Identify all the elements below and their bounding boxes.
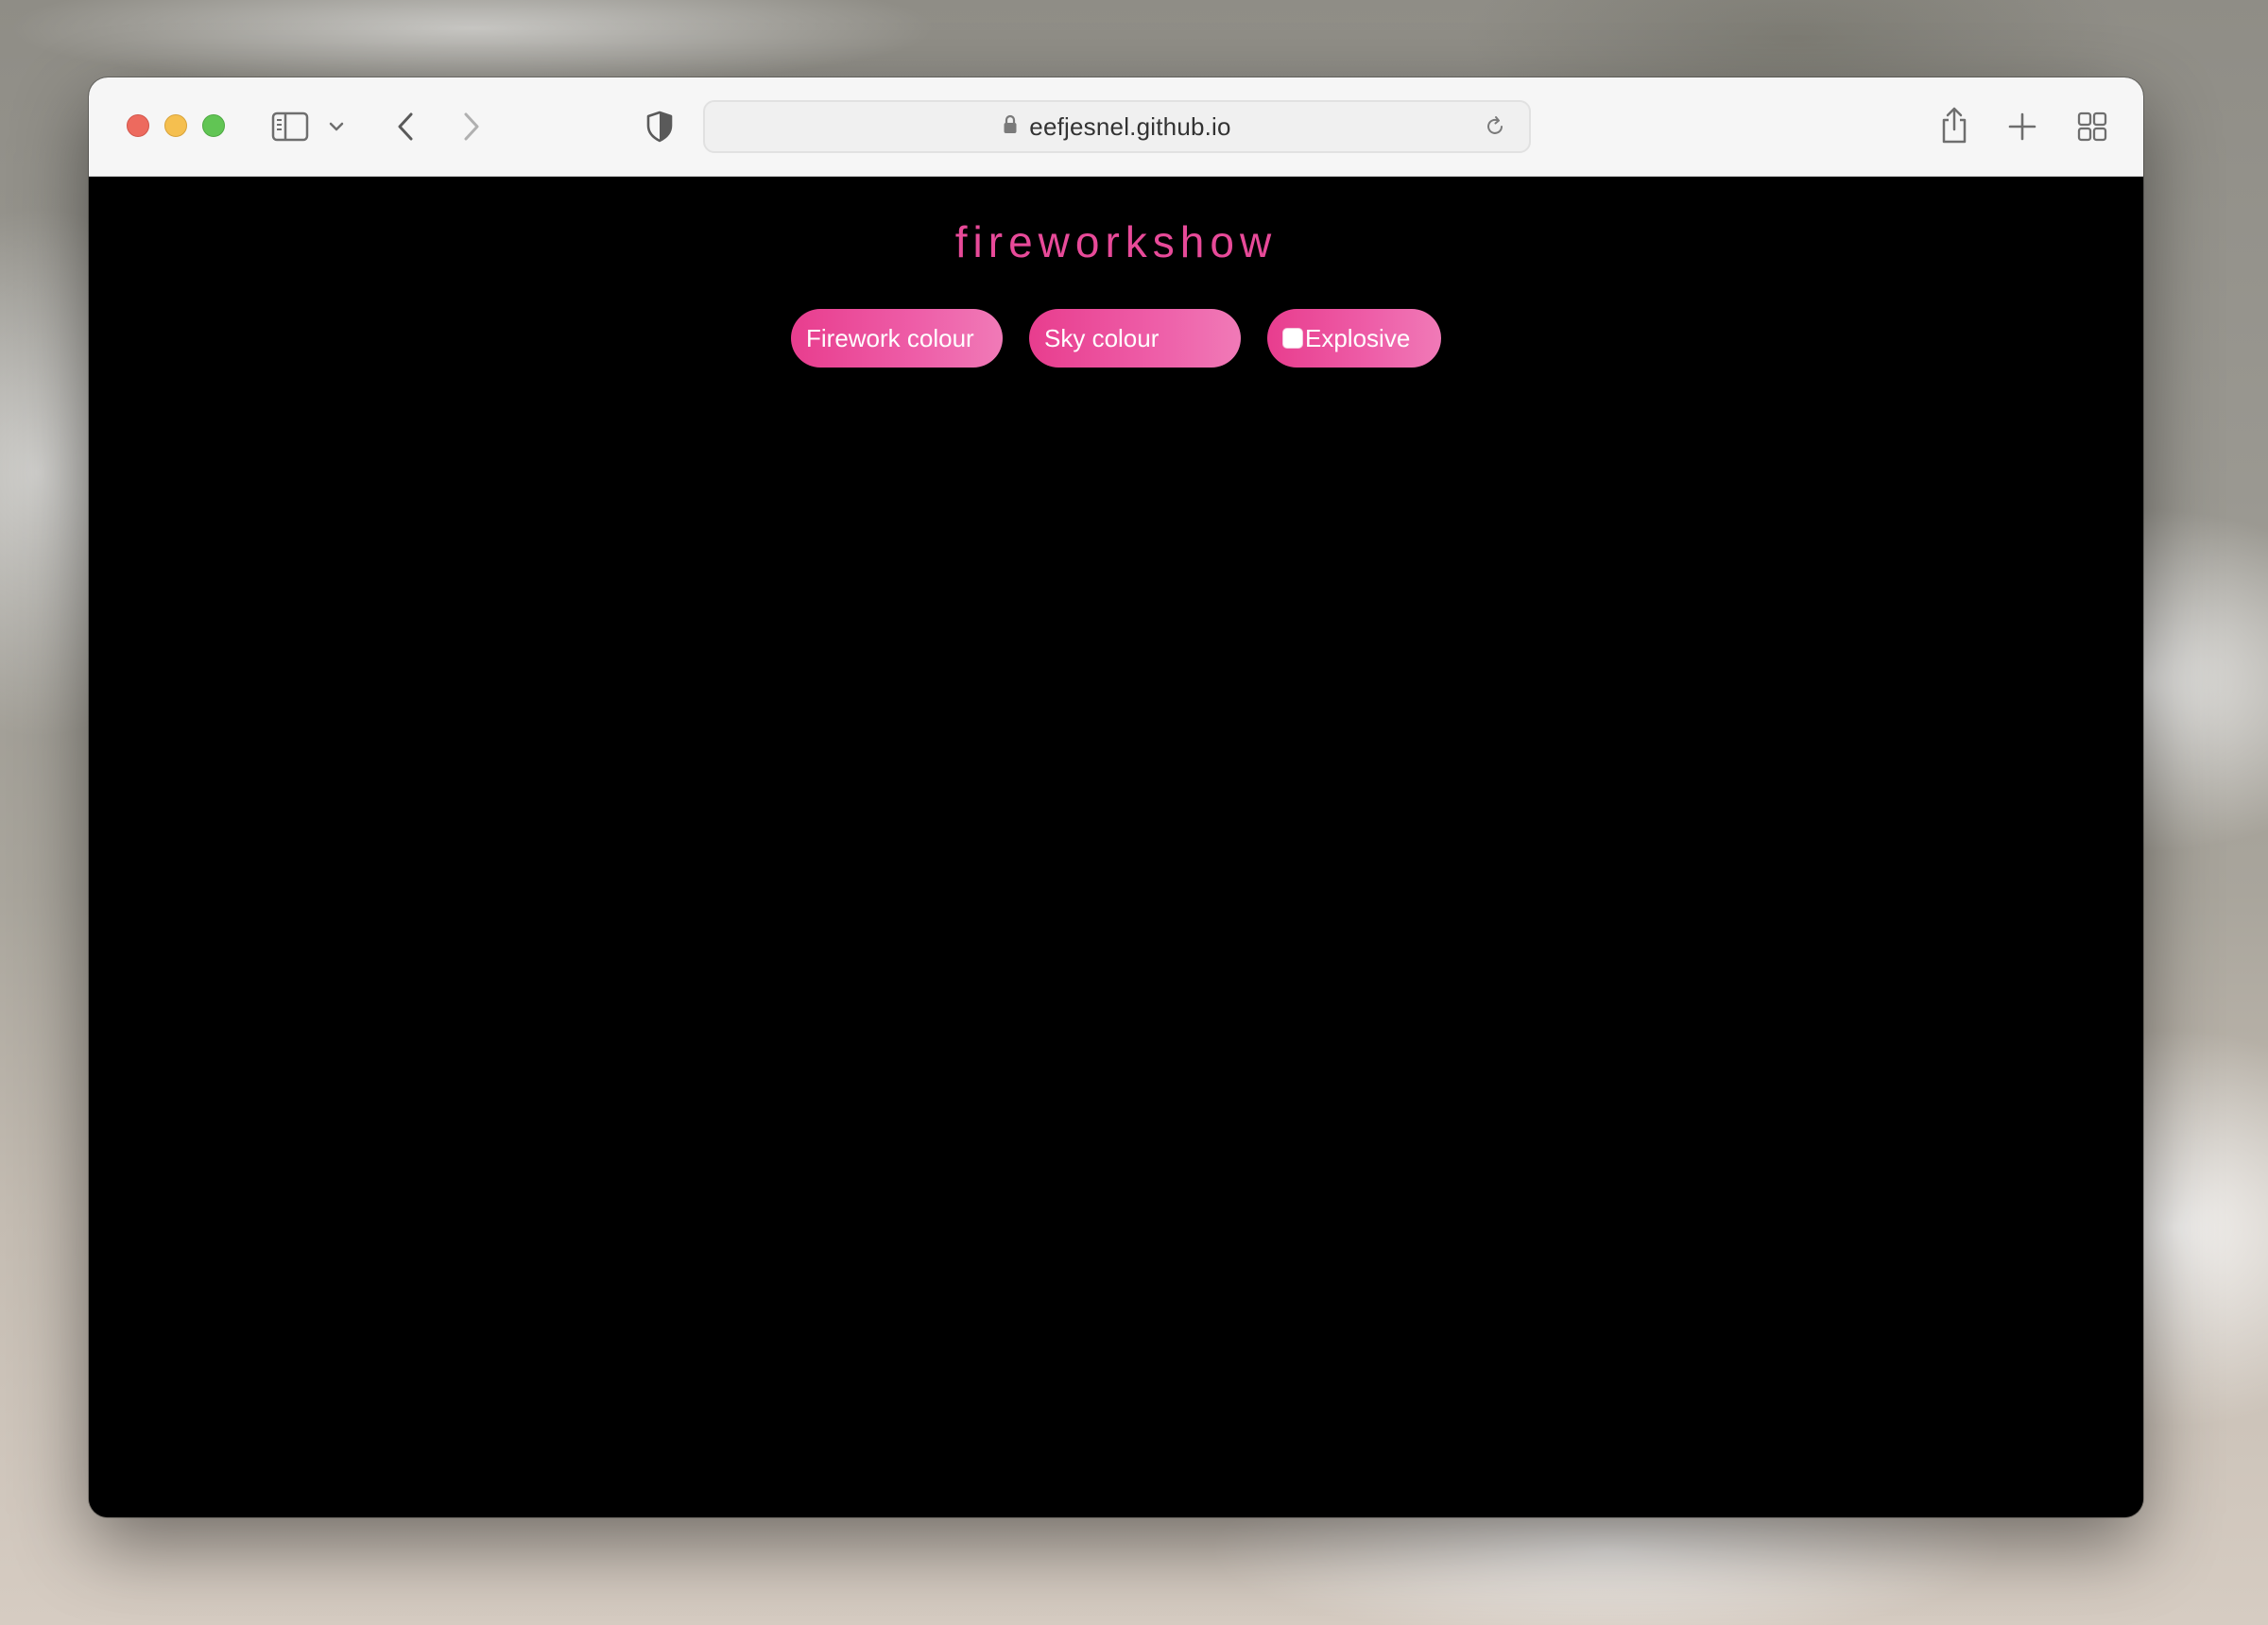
share-icon[interactable] xyxy=(1935,104,1973,147)
explosive-toggle[interactable]: Explosive xyxy=(1267,309,1441,368)
back-arrow-icon[interactable] xyxy=(389,108,421,145)
lock-icon xyxy=(1003,114,1018,140)
sky-colour-label: Sky colour xyxy=(1044,323,1160,352)
firework-colour-label: Firework colour xyxy=(806,323,974,352)
explosive-label: Explosive xyxy=(1305,323,1411,352)
shield-icon[interactable] xyxy=(643,108,677,145)
address-bar[interactable]: eefjesnel.github.io xyxy=(703,100,1531,153)
sky-colour-button[interactable]: Sky colour xyxy=(1029,309,1241,368)
window-close-button[interactable] xyxy=(127,114,149,137)
page-content[interactable]: fireworkshow Firework colour Sky colour … xyxy=(89,177,2143,1517)
window-zoom-button[interactable] xyxy=(202,114,225,137)
sidebar-icon[interactable] xyxy=(270,108,310,145)
grid-icon[interactable] xyxy=(2073,108,2111,145)
reload-icon[interactable] xyxy=(1482,113,1508,140)
url-text: eefjesnel.github.io xyxy=(1029,111,1231,141)
chevron-down-icon[interactable] xyxy=(325,115,348,138)
browser-window: eefjesnel.github.io fireworkshow Firewor… xyxy=(89,77,2143,1517)
controls-bar: Firework colour Sky colour Explosive xyxy=(89,309,2143,368)
plus-icon[interactable] xyxy=(2005,108,2039,145)
forward-arrow-icon[interactable] xyxy=(455,108,488,145)
browser-toolbar: eefjesnel.github.io xyxy=(89,77,2143,177)
window-minimize-button[interactable] xyxy=(164,114,187,137)
firework-colour-button[interactable]: Firework colour xyxy=(791,309,1003,368)
page-title: fireworkshow xyxy=(954,217,1278,266)
explosive-checkbox[interactable] xyxy=(1282,328,1303,349)
